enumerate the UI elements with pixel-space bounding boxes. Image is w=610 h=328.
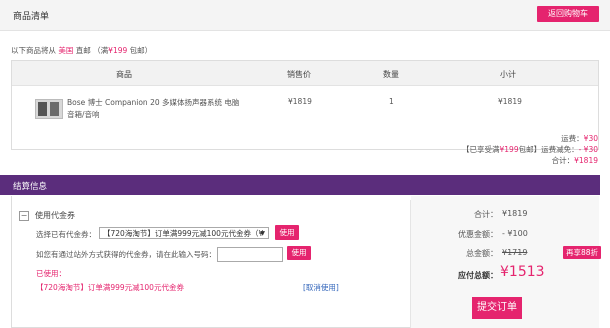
subtotal-label: 合计： <box>474 210 498 219</box>
coupon-title: 使用代金券 <box>35 211 75 220</box>
discount-value: - ¥100 <box>502 229 528 238</box>
cart-list-title: 商品清单 <box>13 12 50 22</box>
chevron-down-icon: ▼ <box>260 230 265 237</box>
free-note-suffix: 包邮） <box>129 46 153 55</box>
cart-list-header: 商品清单 返回购物车 <box>0 0 610 31</box>
ship-note-prefix: 以下商品将从 <box>11 46 56 55</box>
header-price: 销售价 <box>287 70 311 79</box>
discount-label: 优惠金额： <box>458 230 498 239</box>
product-price: ¥1819 <box>288 97 312 106</box>
shipping-line: 运费：¥30 <box>462 133 598 144</box>
free-note-prefix: （满 <box>93 46 109 55</box>
used-label: 已使用： <box>36 269 66 278</box>
order-summary: 运费：¥30 【已享受满¥199包邮】运费减免：- ¥30 合计：¥1819 <box>462 133 598 166</box>
table-header: 商品 销售价 数量 小计 <box>12 61 598 86</box>
panel-divider <box>410 200 411 328</box>
reduce-prefix: 【已享受满 <box>462 145 500 154</box>
use-coupon-button[interactable]: 使用 <box>275 225 299 240</box>
use-code-button[interactable]: 使用 <box>287 246 311 260</box>
total-value: ¥1819 <box>574 156 598 165</box>
payable-total: ¥1513 <box>500 264 545 280</box>
product-qty: 1 <box>389 97 394 106</box>
coupon-toggle-checkbox[interactable]: − <box>19 211 29 221</box>
header-subtotal: 小计 <box>500 70 516 79</box>
reduce-amount: ¥199 <box>499 145 519 154</box>
select-coupon-label: 选择已有代金券： <box>36 230 96 239</box>
subtotal-value: ¥1819 <box>502 209 528 218</box>
product-name-line2[interactable]: 音箱/音响 <box>67 109 100 120</box>
product-thumbnail[interactable] <box>35 99 63 119</box>
total-line: 合计：¥1819 <box>462 155 598 166</box>
amount-value: ¥1719 <box>502 248 528 257</box>
ship-mode: 直邮 <box>75 46 91 55</box>
product-name[interactable]: Bose 博士 Companion 20 多媒体扬声器系统 电脑 <box>67 97 239 108</box>
submit-order-button[interactable]: 提交订单 <box>472 297 522 319</box>
cancel-coupon-link[interactable]: [取消使用] <box>303 282 339 293</box>
coupon-code-label: 如您有通过站外方式获得的代金券，请在此输入号码： <box>36 250 216 259</box>
settlement-title: 结算信息 <box>13 182 48 192</box>
header-product: 商品 <box>116 70 132 79</box>
payable-label: 应付总额： <box>458 271 498 280</box>
header-qty: 数量 <box>383 70 399 79</box>
coupon-select[interactable]: 【720海淘节】订单满999元减100元代金券（¥ ▼ <box>99 227 269 239</box>
extra-discount-badge: 再享88折 <box>563 246 601 259</box>
shipping-note: 以下商品将从 美国 直邮 （满¥199 包邮） <box>11 45 152 56</box>
shipping-label: 运费： <box>561 134 584 143</box>
used-coupon-name: 【720海淘节】订单满999元减100元代金券 <box>36 283 184 292</box>
total-label: 合计： <box>551 156 575 165</box>
amount-label: 总金额： <box>466 249 498 258</box>
settlement-header: 结算信息 <box>0 175 600 195</box>
reduce-value: - ¥30 <box>578 145 598 154</box>
coupon-code-input[interactable] <box>217 247 283 262</box>
ship-origin: 美国 <box>58 46 74 55</box>
free-amount: ¥199 <box>108 46 128 55</box>
reduce-suffix: 包邮】运费减免： <box>518 145 579 154</box>
coupon-select-value: 【720海淘节】订单满999元减100元代金券（¥ <box>103 229 264 238</box>
product-subtotal: ¥1819 <box>498 97 522 106</box>
shipping-reduction-line: 【已享受满¥199包邮】运费减免：- ¥30 <box>462 144 598 155</box>
shipping-value: ¥30 <box>583 134 598 143</box>
return-to-cart-button[interactable]: 返回购物车 <box>537 6 599 22</box>
